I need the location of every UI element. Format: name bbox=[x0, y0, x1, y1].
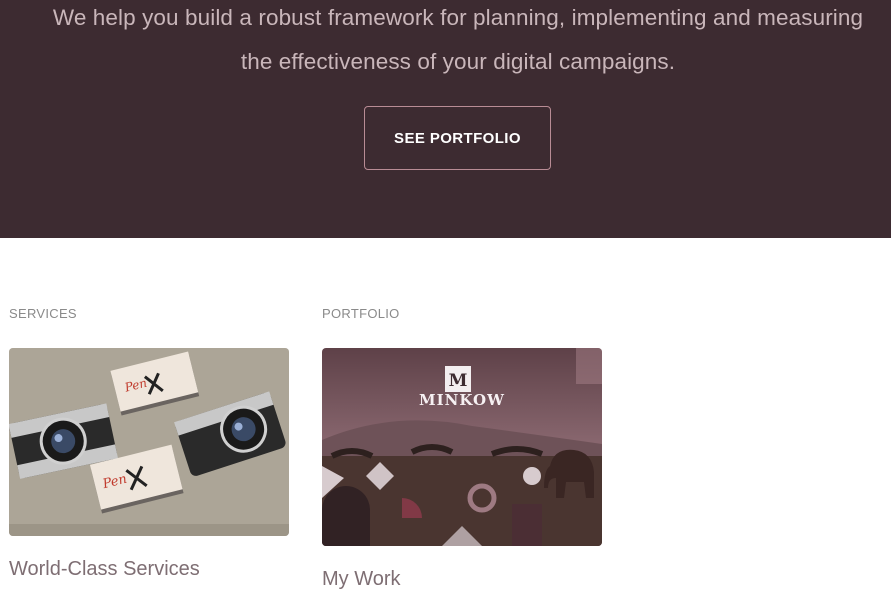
hero-line-1: We help you build a robust framework for… bbox=[52, 5, 864, 30]
services-title-link[interactable]: World-Class Services bbox=[9, 558, 200, 581]
minkow-logo-text: MINKOW bbox=[419, 391, 505, 409]
see-portfolio-button[interactable]: SEE PORTFOLIO bbox=[364, 106, 551, 170]
services-card: SERVICES Pen Pen World-Class Services bbox=[9, 306, 289, 580]
portfolio-label: PORTFOLIO bbox=[322, 306, 400, 321]
portfolio-title-link[interactable]: My Work bbox=[322, 568, 401, 591]
services-image[interactable]: Pen Pen bbox=[9, 348, 289, 536]
services-label: SERVICES bbox=[9, 306, 77, 321]
portfolio-card: PORTFOLIO M MINKOW My Work bbox=[322, 306, 602, 590]
hero-line-2: the effectiveness of your digital campai… bbox=[240, 49, 676, 74]
hero-section: We help you build a robust framework for… bbox=[0, 0, 891, 238]
portfolio-image[interactable]: M bbox=[322, 348, 602, 546]
hero-description: We help you build a robust framework for… bbox=[40, 0, 876, 84]
svg-text:M: M bbox=[449, 371, 468, 391]
